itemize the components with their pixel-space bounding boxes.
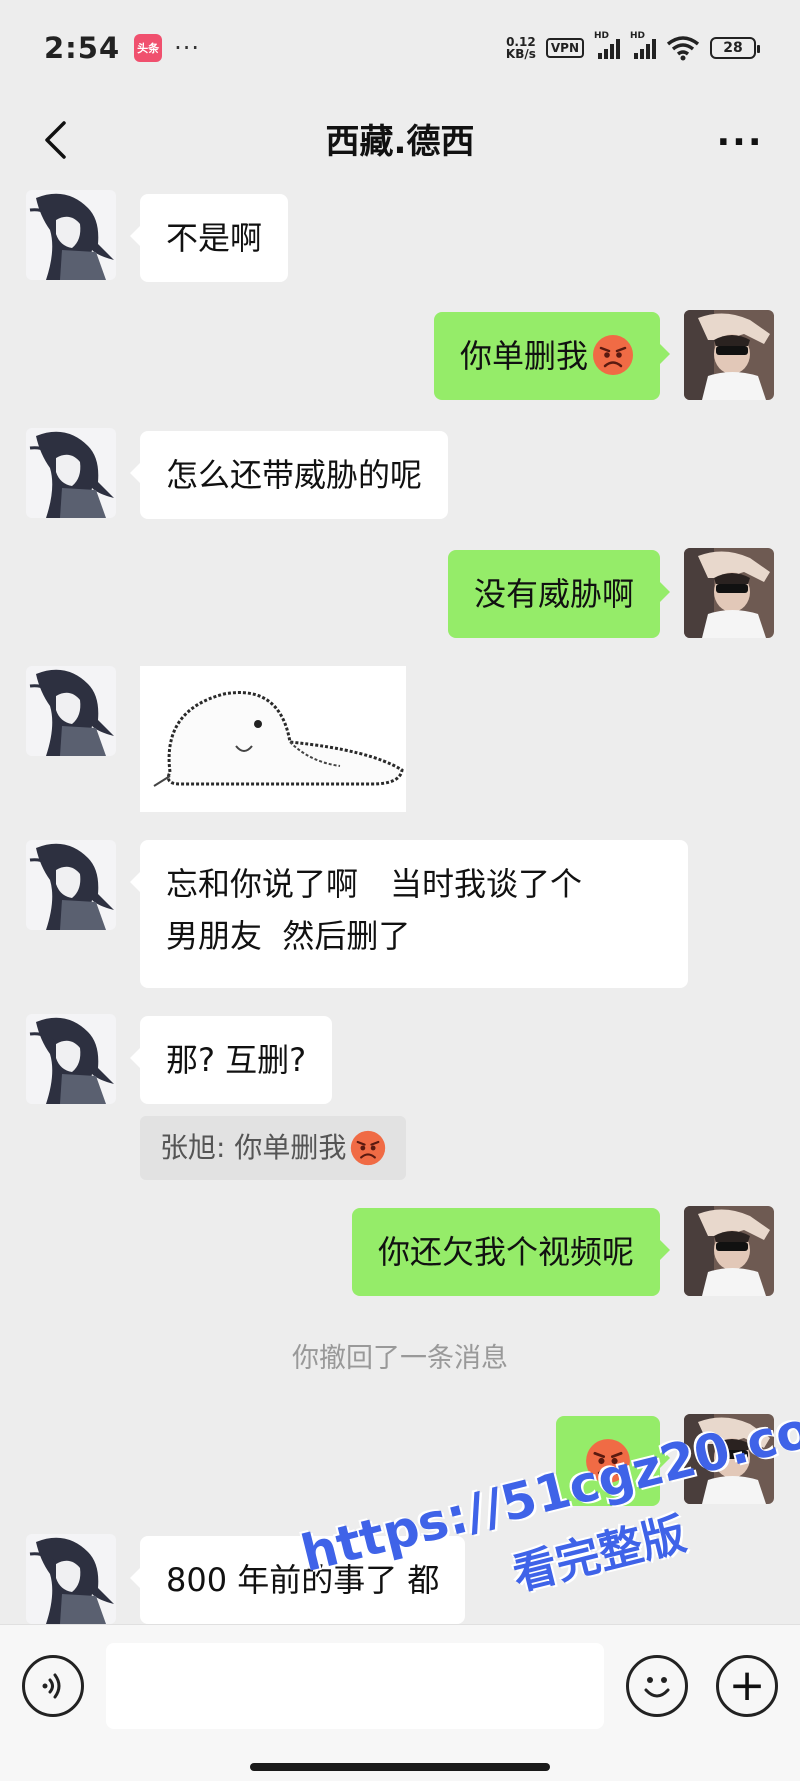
my-avatar[interactable] xyxy=(684,310,774,400)
network-speed-unit: KB/s xyxy=(505,47,536,61)
message-text-line: 忘和你说了啊 当时我谈了个 xyxy=(166,865,583,903)
more-dots-icon: ··· xyxy=(716,121,764,163)
emoji-button[interactable] xyxy=(626,1655,688,1717)
sent-message[interactable]: 没有威胁啊 xyxy=(447,550,671,638)
received-message[interactable]: 800 年前的事了 都 xyxy=(129,1536,466,1624)
sent-emoji-message[interactable] xyxy=(556,1416,670,1506)
more-notifications-icon: ··· xyxy=(174,34,201,62)
angry-face-icon xyxy=(350,1130,387,1166)
contact-avatar[interactable] xyxy=(26,1014,116,1104)
battery-level: 28 xyxy=(723,40,743,56)
message-text: 你还欠我个视频呢 xyxy=(377,1233,634,1271)
quoted-message[interactable]: 张旭: 你单删我 xyxy=(140,1116,407,1180)
contact-avatar[interactable] xyxy=(26,666,116,756)
chat-header: 西藏.德西 ··· xyxy=(0,96,800,188)
battery-icon: 28 xyxy=(710,37,760,59)
status-bar: 2:54 头条 ··· 0.12 KB/s VPN HD HD 28 xyxy=(0,0,800,96)
message-input[interactable] xyxy=(106,1643,604,1729)
status-time: 2:54 xyxy=(44,31,121,65)
message-text: 你单删我 xyxy=(459,337,588,375)
home-indicator[interactable] xyxy=(250,1763,550,1771)
sent-message[interactable]: 你还欠我个视频呢 xyxy=(351,1208,671,1296)
voice-button[interactable] xyxy=(22,1655,84,1717)
input-bar: + xyxy=(0,1624,800,1781)
received-message[interactable]: 那? 互删? xyxy=(129,1016,333,1104)
my-avatar[interactable] xyxy=(684,1414,774,1504)
signal-1-icon: HD xyxy=(594,31,620,59)
my-avatar[interactable] xyxy=(684,548,774,638)
my-avatar[interactable] xyxy=(684,1206,774,1296)
contact-avatar[interactable] xyxy=(26,190,116,280)
more-options-button[interactable]: ··· xyxy=(710,114,770,170)
sent-message[interactable]: 你单删我 xyxy=(433,312,671,400)
message-text: 没有威胁啊 xyxy=(473,575,634,613)
contact-avatar[interactable] xyxy=(26,428,116,518)
chevron-left-icon xyxy=(45,121,66,159)
message-text: 不是啊 xyxy=(166,219,263,257)
angry-face-icon xyxy=(585,1438,631,1484)
wifi-icon xyxy=(666,36,700,61)
app-notification-icon: 头条 xyxy=(134,34,163,62)
vpn-icon: VPN xyxy=(545,38,584,58)
add-button[interactable]: + xyxy=(716,1655,778,1717)
smiley-icon xyxy=(644,1677,670,1698)
message-text: 怎么还带威胁的呢 xyxy=(166,456,423,494)
voice-icon xyxy=(42,1673,61,1699)
received-message[interactable]: 忘和你说了啊 当时我谈了个 男朋友 然后删了 xyxy=(130,840,688,988)
recalled-message-notice: 你撤回了一条消息 xyxy=(292,1343,508,1374)
received-message[interactable]: 怎么还带威胁的呢 xyxy=(129,431,449,519)
watermark-text: 看完整版 xyxy=(507,1508,691,1601)
received-message[interactable]: 不是啊 xyxy=(129,194,289,282)
signal-2-icon: HD xyxy=(630,31,656,59)
contact-avatar[interactable] xyxy=(26,1534,116,1624)
network-speed: 0.12 KB/s xyxy=(506,36,536,60)
message-text: 800 年前的事了 都 xyxy=(166,1561,440,1599)
status-icons: 0.12 KB/s VPN HD HD 28 xyxy=(506,31,760,61)
angry-face-icon xyxy=(592,334,634,376)
plus-icon: + xyxy=(728,1660,766,1711)
quoted-text: 张旭: 你单删我 xyxy=(160,1131,347,1164)
message-text: 那? 互删? xyxy=(166,1041,307,1079)
back-button[interactable] xyxy=(30,110,80,170)
chat-title: 西藏.德西 xyxy=(325,122,475,162)
lying-blob-sticker[interactable] xyxy=(140,666,406,812)
contact-avatar[interactable] xyxy=(26,840,116,930)
message-text-line: 男朋友 然后删了 xyxy=(166,917,411,955)
